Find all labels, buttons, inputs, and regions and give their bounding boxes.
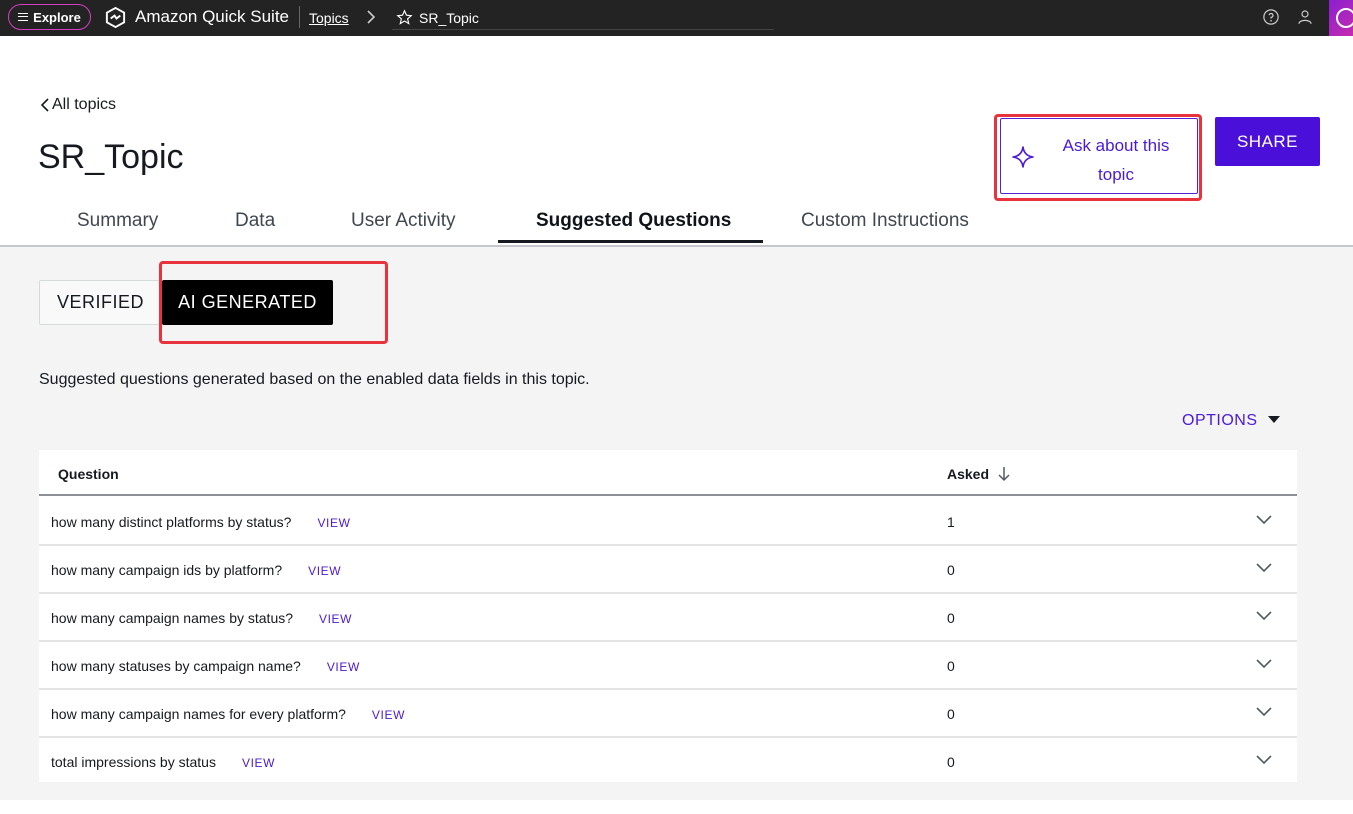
divider [299, 6, 300, 28]
table-row: how many statuses by campaign name? VIEW… [39, 642, 1297, 690]
chevron-left-icon [40, 98, 49, 112]
breadcrumb-current: SR_Topic [419, 10, 479, 26]
question-text: how many campaign ids by platform? [51, 562, 283, 578]
description-text: Suggested questions generated based on t… [39, 371, 590, 388]
column-header-asked-label: Asked [947, 466, 990, 482]
assistant-icon [1336, 8, 1353, 28]
share-button[interactable]: SHARE [1215, 117, 1320, 166]
explore-label: Explore [33, 9, 81, 25]
chevron-down-icon[interactable] [1255, 658, 1273, 670]
caret-down-icon [1267, 415, 1280, 423]
table-row: how many campaign ids by platform? VIEW … [39, 546, 1297, 594]
column-header-question[interactable]: Question [58, 466, 119, 482]
asked-count: 1 [947, 514, 955, 530]
view-link[interactable]: VIEW [372, 708, 405, 722]
view-link[interactable]: VIEW [319, 612, 352, 626]
active-tab-indicator [498, 240, 763, 243]
chevron-down-icon[interactable] [1255, 562, 1273, 574]
back-to-all-topics-link[interactable]: All topics [40, 96, 116, 114]
chevron-down-icon[interactable] [1255, 610, 1273, 622]
view-link[interactable]: VIEW [242, 756, 275, 770]
asked-count: 0 [947, 562, 955, 578]
chevron-right-icon [367, 10, 376, 24]
top-nav-bar: Explore Amazon Quick Suite Topics SR_Top… [0, 0, 1353, 36]
tab-suggested-questions[interactable]: Suggested Questions [536, 210, 731, 232]
asked-count: 0 [947, 610, 955, 626]
assistant-button[interactable] [1329, 0, 1353, 36]
table-header: Question Asked [39, 450, 1297, 496]
breadcrumb-divider [392, 29, 774, 30]
question-text: how many campaign names by status? [51, 610, 294, 626]
view-link[interactable]: VIEW [327, 660, 360, 674]
highlight-box [159, 261, 388, 344]
view-link[interactable]: VIEW [308, 564, 341, 578]
asked-count: 0 [947, 706, 955, 722]
verified-toggle[interactable]: VERIFIED [39, 280, 162, 325]
breadcrumb-topics-link[interactable]: Topics [309, 10, 349, 26]
table-row: how many distinct platforms by status? V… [39, 498, 1297, 546]
sort-descending-icon [998, 467, 1010, 482]
column-header-asked[interactable]: Asked [947, 466, 1011, 482]
table-row: how many campaign names for every platfo… [39, 690, 1297, 738]
tabs-divider [0, 245, 1353, 247]
explore-button[interactable]: Explore [8, 4, 91, 30]
chevron-down-icon[interactable] [1255, 754, 1273, 766]
view-link[interactable]: VIEW [317, 516, 350, 530]
quick-suite-logo-icon[interactable] [104, 6, 127, 29]
table-row: how many campaign names by status? VIEW … [39, 594, 1297, 642]
table-row: total impressions by status VIEW 0 [39, 738, 1297, 782]
chevron-down-icon[interactable] [1255, 706, 1273, 718]
tab-custom-instructions[interactable]: Custom Instructions [801, 210, 969, 232]
questions-table: Question Asked how many distinct platfor… [39, 450, 1297, 782]
app-name[interactable]: Amazon Quick Suite [135, 7, 289, 27]
tab-bar: Summary Data User Activity Suggested Que… [0, 198, 1353, 246]
page-title: SR_Topic [38, 138, 184, 176]
question-text: how many statuses by campaign name? [51, 658, 301, 674]
tab-summary[interactable]: Summary [77, 210, 158, 232]
question-text: total impressions by status [51, 754, 216, 770]
back-label: All topics [52, 96, 117, 113]
tab-user-activity[interactable]: User Activity [351, 210, 456, 232]
footer-strip [0, 800, 1353, 814]
user-icon[interactable] [1296, 8, 1314, 26]
chevron-down-icon[interactable] [1255, 514, 1273, 526]
help-icon[interactable] [1262, 8, 1280, 26]
highlight-box [994, 114, 1202, 201]
tab-data[interactable]: Data [235, 210, 275, 232]
options-dropdown[interactable]: OPTIONS [1182, 412, 1280, 430]
question-text: how many campaign names for every platfo… [51, 706, 346, 722]
menu-icon [18, 13, 29, 21]
options-label: OPTIONS [1182, 412, 1258, 429]
question-text: how many distinct platforms by status? [51, 514, 292, 530]
star-icon[interactable] [396, 9, 413, 26]
asked-count: 0 [947, 658, 955, 674]
asked-count: 0 [947, 754, 955, 770]
